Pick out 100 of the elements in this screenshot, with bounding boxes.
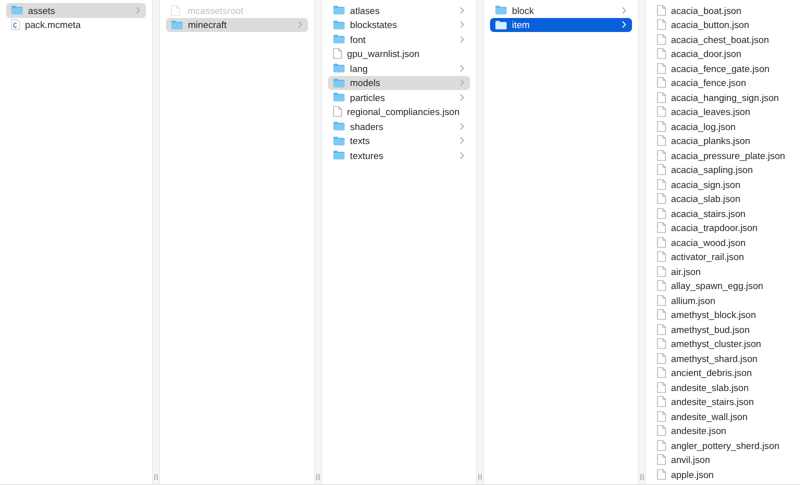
document-icon	[657, 396, 666, 408]
file-row[interactable]: minecraft	[166, 18, 308, 32]
file-row[interactable]: acacia_chest_boat.json	[652, 32, 794, 46]
file-name: pack.mcmeta	[25, 19, 82, 30]
file-name: acacia_boat.json	[671, 4, 742, 16]
file-row[interactable]: acacia_leaves.json	[652, 104, 794, 119]
file-row[interactable]: angler_pottery_sherd.json	[652, 438, 794, 452]
document-icon	[657, 4, 666, 16]
document-icon	[171, 4, 180, 16]
file-name: acacia_stairs.json	[671, 208, 747, 219]
file-name: amethyst_bud.json	[671, 324, 751, 335]
document-icon	[657, 425, 666, 436]
resize-handle-icon[interactable]	[316, 474, 320, 480]
file-row[interactable]: blockstates	[328, 18, 470, 32]
file-row[interactable]: andesite_stairs.json	[652, 394, 794, 409]
file-row[interactable]: acacia_sapling.json	[652, 162, 794, 177]
file-row[interactable]: acacia_planks.json	[652, 134, 794, 148]
folder-icon	[333, 5, 345, 16]
document-icon	[657, 410, 666, 422]
file-row[interactable]: font	[328, 32, 470, 46]
file-row[interactable]: block	[490, 3, 632, 18]
file-name: acacia_sign.json	[671, 178, 742, 190]
document-icon	[657, 382, 666, 393]
file-name: particles	[350, 92, 386, 103]
file-name: air.json	[671, 266, 702, 277]
file-name: angler_pottery_sherd.json	[671, 440, 780, 451]
file-row[interactable]: amethyst_block.json	[652, 308, 794, 322]
file-row[interactable]: acacia_boat.json	[652, 3, 794, 18]
file-name: andesite_stairs.json	[671, 396, 755, 408]
file-name: acacia_sapling.json	[671, 164, 754, 176]
file-row[interactable]: apple.json	[652, 467, 794, 482]
file-row[interactable]: acacia_button.json	[652, 18, 794, 32]
document-icon	[657, 48, 666, 60]
file-name: textures	[350, 150, 384, 161]
file-row[interactable]: lang	[328, 61, 470, 76]
file-name: block	[512, 4, 535, 16]
file-row[interactable]: allay_spawn_egg.json	[652, 278, 794, 293]
chevron-icon	[298, 21, 302, 28]
folder-icon	[333, 92, 345, 102]
file-row[interactable]: anvil.json	[652, 452, 794, 467]
file-row[interactable]: acacia_trapdoor.json	[652, 220, 794, 235]
file-row[interactable]: amethyst_cluster.json	[652, 336, 794, 351]
file-row[interactable]: atlases	[328, 3, 470, 18]
file-row[interactable]: acacia_fence.json	[652, 76, 794, 90]
file-row[interactable]: andesite_wall.json	[652, 409, 794, 424]
resize-handle-icon[interactable]	[640, 474, 644, 480]
file-row[interactable]: acacia_log.json	[652, 119, 794, 134]
file-name: texts	[350, 135, 371, 146]
file-name: andesite_wall.json	[671, 410, 749, 422]
file-row[interactable]: regional_compliancies.json	[328, 104, 470, 119]
file-row[interactable]: acacia_stairs.json	[652, 206, 794, 220]
document-icon	[657, 135, 666, 146]
resize-handle-icon[interactable]	[154, 474, 158, 480]
document-icon	[657, 324, 666, 335]
file-row[interactable]: andesite.json	[652, 424, 794, 438]
file-name: regional_compliancies.json	[347, 106, 461, 118]
document-icon	[657, 280, 666, 292]
file-row[interactable]: acacia_sign.json	[652, 177, 794, 192]
folder-icon	[333, 63, 345, 74]
file-row[interactable]: shaders	[328, 119, 470, 134]
folder-icon	[333, 121, 345, 132]
file-row[interactable]: particles	[328, 90, 470, 104]
file-row[interactable]: amethyst_shard.json	[652, 351, 794, 366]
file-row[interactable]: acacia_hanging_sign.json	[652, 90, 794, 104]
file-row[interactable]: item	[490, 18, 632, 32]
file-name: acacia_chest_boat.json	[671, 34, 770, 45]
file-row[interactable]: pack.mcmeta	[6, 18, 146, 32]
file-name: acacia_log.json	[671, 120, 737, 132]
file-row[interactable]: activator_rail.json	[652, 250, 794, 264]
file-row[interactable]: amethyst_bud.json	[652, 322, 794, 336]
file-name: anvil.json	[671, 454, 712, 466]
file-name: lang	[350, 62, 369, 74]
file-row[interactable]: allium.json	[652, 293, 794, 308]
file-name: atlases	[350, 4, 381, 16]
file-row[interactable]: acacia_door.json	[652, 46, 794, 61]
file-row[interactable]: acacia_wood.json	[652, 235, 794, 250]
document-icon	[657, 19, 666, 30]
document-icon	[657, 236, 666, 248]
file-row[interactable]: acacia_slab.json	[652, 192, 794, 206]
file-row[interactable]: acacia_pressure_plate.json	[652, 148, 794, 162]
file-name: acacia_slab.json	[671, 193, 742, 204]
file-row[interactable]: air.json	[652, 264, 794, 278]
document-icon	[657, 106, 666, 118]
file-row[interactable]: textures	[328, 148, 470, 162]
file-row[interactable]: acacia_fence_gate.json	[652, 61, 794, 76]
document-icon	[657, 77, 666, 88]
file-name: assets	[28, 4, 56, 16]
file-name: amethyst_shard.json	[671, 352, 759, 364]
file-row[interactable]: models	[328, 76, 470, 90]
file-row[interactable]: assets	[6, 3, 146, 18]
document-icon	[657, 338, 666, 350]
file-row[interactable]: texts	[328, 134, 470, 148]
chevron-icon	[136, 6, 140, 14]
resize-handle-icon[interactable]	[478, 474, 482, 480]
document-icon	[657, 92, 666, 103]
file-row[interactable]: gpu_warnlist.json	[328, 46, 470, 61]
folder-icon	[495, 20, 507, 30]
file-row[interactable]: andesite_slab.json	[652, 380, 794, 394]
file-name: amethyst_cluster.json	[671, 338, 762, 350]
file-row[interactable]: ancient_debris.json	[652, 366, 794, 380]
